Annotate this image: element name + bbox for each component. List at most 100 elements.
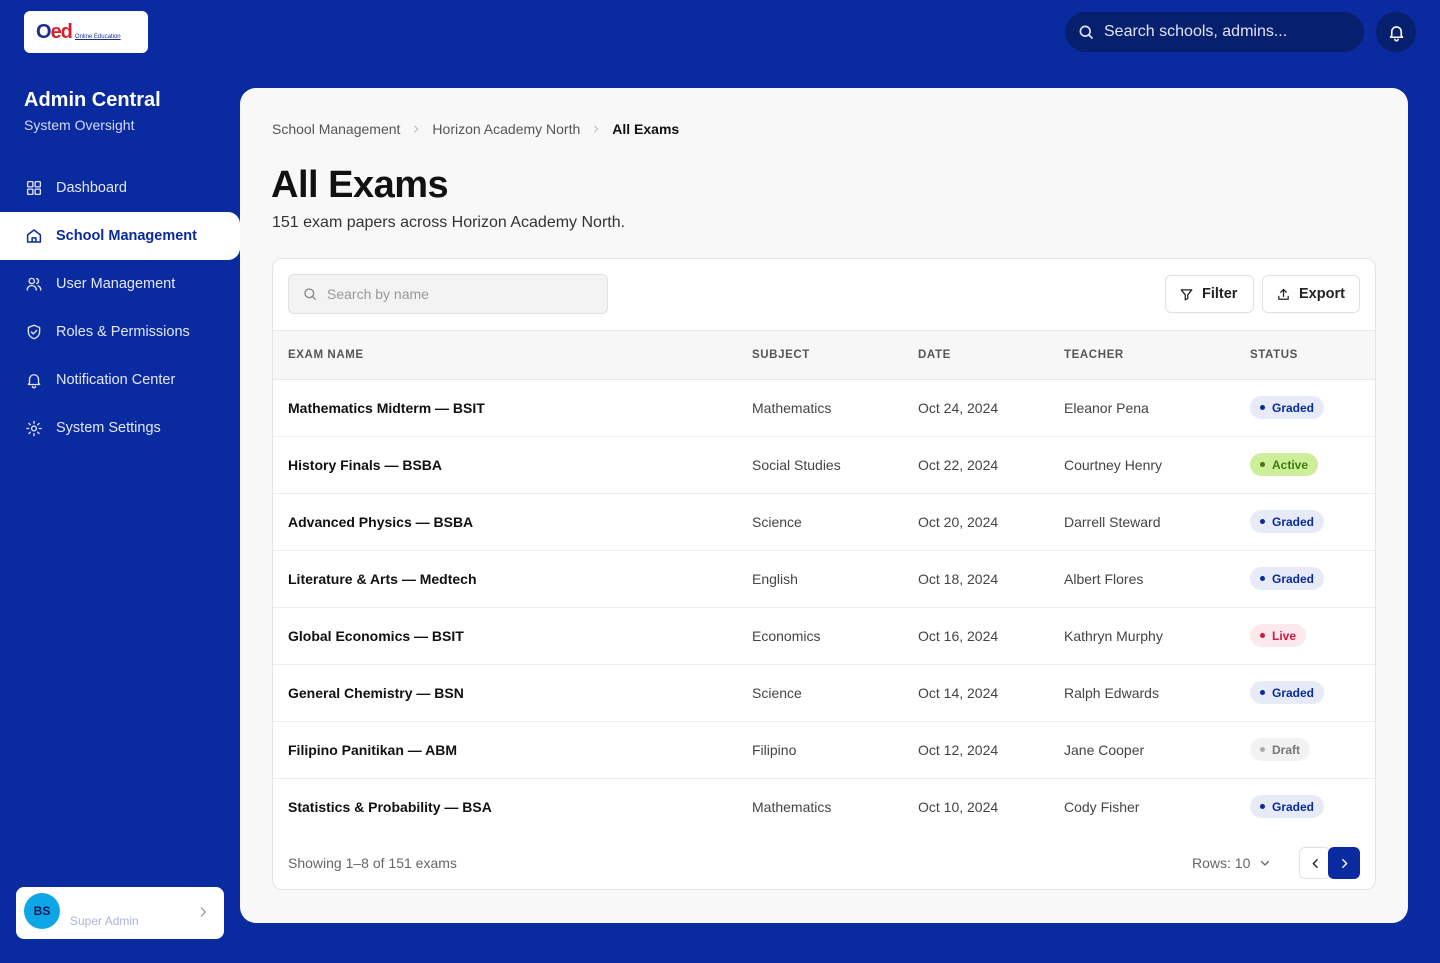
next-page-button[interactable]: [1328, 847, 1360, 879]
table-header: EXAM NAME SUBJECT DATE TEACHER STATUS: [273, 330, 1375, 380]
table-search[interactable]: [288, 274, 608, 314]
exam-name: History Finals — BSBA: [288, 457, 443, 473]
pagination-info: Showing 1–8 of 151 exams: [288, 855, 457, 871]
status-label: Graded: [1272, 400, 1315, 415]
filter-label: Filter: [1202, 286, 1238, 302]
exam-subject: Science: [752, 514, 802, 530]
filter-button[interactable]: Filter: [1165, 275, 1254, 313]
search-input[interactable]: [327, 286, 597, 302]
grid-icon: [25, 179, 43, 197]
sidebar-item-label: Notification Center: [56, 372, 176, 388]
page-subtitle: 151 exam papers across Horizon Academy N…: [272, 214, 626, 231]
exams-table-card: Filter Export EXAM NAME SUBJECT DATE TEA…: [272, 258, 1376, 890]
chevron-right-icon: [196, 905, 210, 924]
table-row[interactable]: Advanced Physics — BSBA Science Oct 20, …: [273, 494, 1375, 551]
status-dot: [1260, 462, 1265, 467]
exam-name: Filipino Panitikan — ABM: [288, 742, 458, 758]
logo-tagline: Online Education: [74, 33, 121, 40]
column-header-teacher[interactable]: TEACHER: [1064, 349, 1124, 361]
exam-subject: Science: [752, 685, 802, 701]
brand-logo[interactable]: O ed Online Education: [24, 11, 148, 53]
global-search[interactable]: Search schools, admins...: [1065, 12, 1364, 52]
status-badge: Graded: [1250, 510, 1325, 533]
sidebar-item-system-settings[interactable]: System Settings: [0, 404, 240, 452]
sidebar-item-label: System Settings: [56, 420, 161, 436]
status-dot: [1260, 576, 1265, 581]
status-label: Graded: [1272, 685, 1315, 700]
chevron-left-icon: [1309, 857, 1322, 870]
breadcrumb-school[interactable]: Horizon Academy North: [432, 121, 580, 137]
column-header-date[interactable]: DATE: [918, 349, 951, 361]
sidebar-item-label: Dashboard: [56, 180, 127, 196]
exam-name: Literature & Arts — Medtech: [288, 571, 477, 587]
status-label: Live: [1272, 628, 1297, 643]
rows-per-page-select[interactable]: Rows: 10: [1192, 855, 1271, 871]
gear-icon: [25, 419, 43, 437]
shield-check-icon: [25, 323, 43, 341]
home-icon: [25, 227, 43, 245]
exam-subject: Mathematics: [752, 400, 832, 416]
notifications-button[interactable]: [1376, 12, 1416, 52]
column-header-exam-name[interactable]: EXAM NAME: [288, 349, 364, 361]
exam-name: Global Economics — BSIT: [288, 628, 464, 644]
bell-icon: [1387, 23, 1406, 42]
user-profile-card[interactable]: BS Super Admin: [16, 887, 224, 939]
exam-date: Oct 22, 2024: [918, 457, 999, 473]
status-label: Active: [1272, 457, 1309, 472]
exam-date: Oct 16, 2024: [918, 628, 999, 644]
sidebar-item-label: User Management: [56, 276, 176, 292]
exam-teacher: Albert Flores: [1064, 571, 1144, 587]
table-row[interactable]: Literature & Arts — Medtech English Oct …: [273, 551, 1375, 608]
table-row[interactable]: Filipino Panitikan — ABM Filipino Oct 12…: [273, 722, 1375, 779]
upload-icon: [1276, 287, 1291, 302]
exam-date: Oct 12, 2024: [918, 742, 999, 758]
exam-subject: Mathematics: [752, 799, 832, 815]
search-icon: [1077, 23, 1095, 41]
exam-subject: Filipino: [752, 742, 797, 758]
exam-teacher: Ralph Edwards: [1064, 685, 1159, 701]
previous-page-button[interactable]: [1299, 847, 1331, 879]
status-badge: Active: [1250, 453, 1319, 476]
column-header-status[interactable]: STATUS: [1250, 349, 1298, 361]
exam-date: Oct 18, 2024: [918, 571, 999, 587]
status-badge: Graded: [1250, 795, 1325, 818]
status-dot: [1260, 804, 1265, 809]
table-row[interactable]: History Finals — BSBA Social Studies Oct…: [273, 437, 1375, 494]
breadcrumb-current: All Exams: [612, 121, 680, 137]
export-button[interactable]: Export: [1262, 275, 1360, 313]
sidebar-item-school-management[interactable]: School Management: [0, 212, 240, 260]
table-row[interactable]: Statistics & Probability — BSA Mathemati…: [273, 779, 1375, 836]
export-label: Export: [1299, 286, 1345, 302]
chevron-down-icon: [1259, 857, 1271, 869]
status-badge: Draft: [1250, 738, 1311, 761]
sidebar-item-roles-permissions[interactable]: Roles & Permissions: [0, 308, 240, 356]
exam-teacher: Kathryn Murphy: [1064, 628, 1163, 644]
chevron-right-icon: [411, 124, 421, 134]
exam-date: Oct 24, 2024: [918, 400, 999, 416]
table-row[interactable]: Global Economics — BSIT Economics Oct 16…: [273, 608, 1375, 665]
column-header-subject[interactable]: SUBJECT: [752, 349, 810, 361]
table-row[interactable]: General Chemistry — BSN Science Oct 14, …: [273, 665, 1375, 722]
logo-letter-o: O: [36, 20, 52, 43]
global-search-placeholder: Search schools, admins...: [1104, 23, 1288, 40]
table-body: Mathematics Midterm — BSIT Mathematics O…: [273, 380, 1375, 836]
users-icon: [25, 275, 43, 293]
page-title: All Exams: [271, 164, 449, 206]
filter-icon: [1179, 287, 1194, 302]
search-icon: [302, 286, 318, 302]
avatar: BS: [24, 893, 60, 929]
breadcrumb-school-management[interactable]: School Management: [272, 121, 400, 137]
status-label: Graded: [1272, 571, 1315, 586]
status-label: Draft: [1272, 742, 1301, 757]
rows-per-page-label: Rows: 10: [1192, 855, 1251, 871]
sidebar-item-user-management[interactable]: User Management: [0, 260, 240, 308]
status-badge: Live: [1250, 624, 1307, 647]
bell-icon: [25, 371, 43, 389]
status-dot: [1260, 633, 1265, 638]
table-row[interactable]: Mathematics Midterm — BSIT Mathematics O…: [273, 380, 1375, 437]
status-badge: Graded: [1250, 681, 1325, 704]
sidebar-item-notification-center[interactable]: Notification Center: [0, 356, 240, 404]
exam-name: Statistics & Probability — BSA: [288, 799, 492, 815]
sidebar-item-dashboard[interactable]: Dashboard: [0, 164, 240, 212]
sidebar-item-label: School Management: [56, 228, 197, 244]
